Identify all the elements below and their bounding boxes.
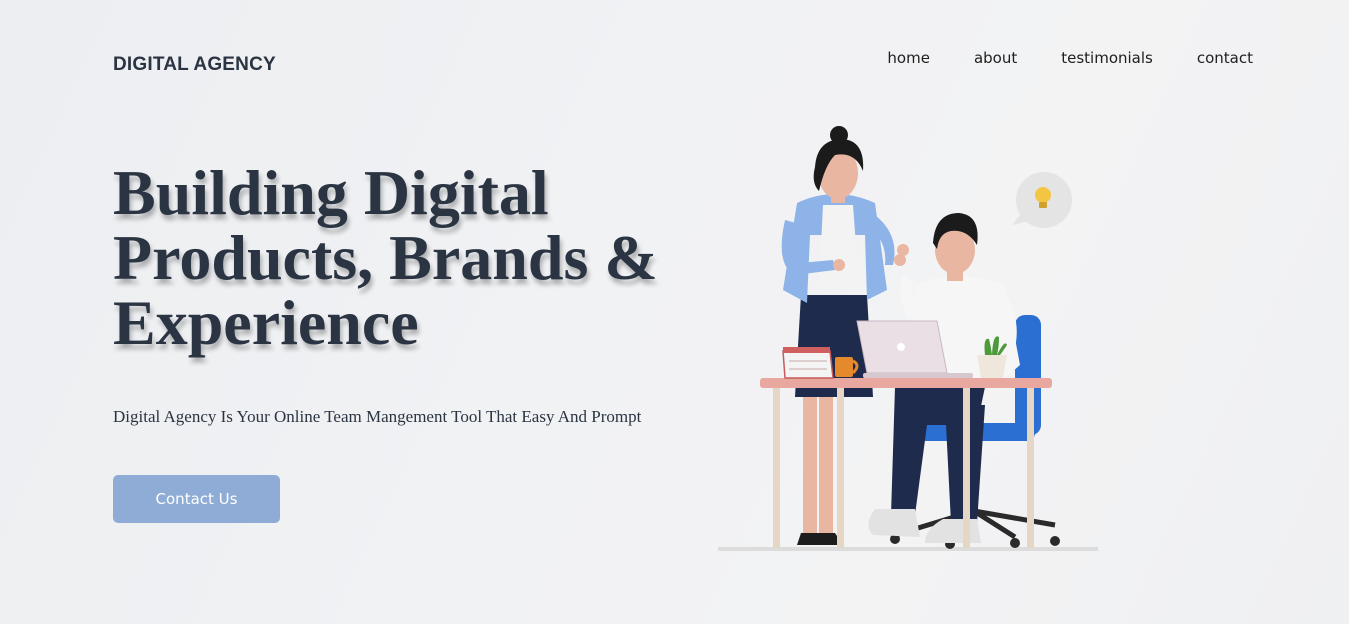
headline-line-1: Building Digital xyxy=(113,157,549,228)
hero-subtitle: Digital Agency Is Your Online Team Mange… xyxy=(113,407,642,426)
headline-line-3: Experience xyxy=(113,287,419,358)
contact-us-button[interactable]: Contact Us xyxy=(113,475,280,523)
nav-link-testimonials[interactable]: testimonials xyxy=(1061,49,1153,67)
hero-headline: Building Digital Products, Brands & Experi… xyxy=(113,160,713,355)
brand-logo[interactable]: DIGITAL AGENCY xyxy=(113,54,276,76)
headline-line-2: Products, Brands & xyxy=(113,222,658,293)
nav-link-contact[interactable]: contact xyxy=(1197,49,1253,67)
calendar-icon xyxy=(782,347,834,379)
nav-link-about[interactable]: about xyxy=(974,49,1017,67)
nav-link-home[interactable]: home xyxy=(887,49,930,67)
lightbulb-icon xyxy=(1012,172,1072,228)
main-nav: home about testimonials contact xyxy=(887,49,1253,67)
hero-illustration xyxy=(718,126,1098,551)
